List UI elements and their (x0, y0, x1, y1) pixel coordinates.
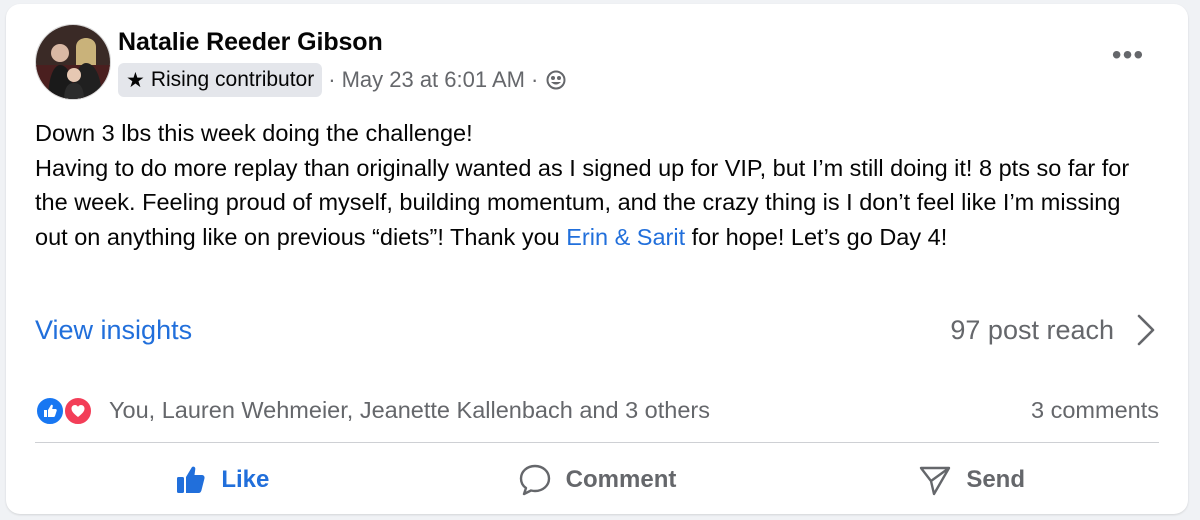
post-text: Down 3 lbs this week doing the challenge… (35, 116, 1145, 254)
comment-icon (519, 464, 550, 496)
action-bar: Like Comment Send (35, 450, 1159, 510)
more-options-icon[interactable]: ••• (1110, 39, 1146, 70)
thumbs-up-icon (177, 466, 205, 493)
comment-label: Comment (565, 466, 677, 493)
reactions-summary: You, Lauren Wehmeier, Jeanette Kallenbac… (35, 390, 1159, 430)
post-timestamp[interactable]: May 23 at 6:01 AM (342, 67, 525, 93)
post-text-segment: for hope! Let’s go Day 4! (685, 223, 948, 250)
send-button[interactable]: Send (784, 450, 1159, 510)
like-button[interactable]: Like (35, 450, 410, 510)
send-icon (920, 466, 951, 496)
globe-icon[interactable] (546, 70, 566, 90)
post-reach-label: 97 post reach (950, 314, 1114, 345)
mention-link[interactable]: Erin & Sarit (566, 224, 685, 250)
comments-count[interactable]: 3 comments (1031, 397, 1159, 424)
star-icon: ★ (126, 68, 145, 92)
post-text-paragraph: Having to do more replay than originally… (35, 151, 1145, 255)
author-name[interactable]: Natalie Reeder Gibson (118, 28, 383, 57)
author-avatar[interactable] (35, 24, 111, 100)
reactors-list[interactable]: You, Lauren Wehmeier, Jeanette Kallenbac… (109, 397, 710, 424)
comment-button[interactable]: Comment (410, 450, 785, 510)
post-meta: ★ Rising contributor · May 23 at 6:01 AM… (118, 63, 566, 97)
divider (35, 442, 1159, 443)
meta-separator: · (328, 67, 336, 92)
post-text-line: Down 3 lbs this week doing the challenge… (35, 120, 473, 146)
chevron-right-icon (1137, 314, 1155, 346)
meta-separator: · (531, 67, 539, 92)
like-label: Like (221, 466, 270, 493)
post-card: Natalie Reeder Gibson ★ Rising contribut… (6, 4, 1188, 514)
rising-contributor-badge[interactable]: ★ Rising contributor (118, 63, 323, 97)
badge-label: Rising contributor (150, 68, 315, 91)
view-insights-link[interactable]: View insights (35, 315, 192, 346)
avatar-photo (36, 25, 110, 99)
reaction-icons[interactable] (35, 393, 103, 427)
like-reaction-icon (35, 396, 65, 426)
love-reaction-icon (63, 396, 93, 426)
post-reach[interactable]: 97 post reach (950, 310, 1156, 350)
send-label: Send (966, 466, 1026, 493)
